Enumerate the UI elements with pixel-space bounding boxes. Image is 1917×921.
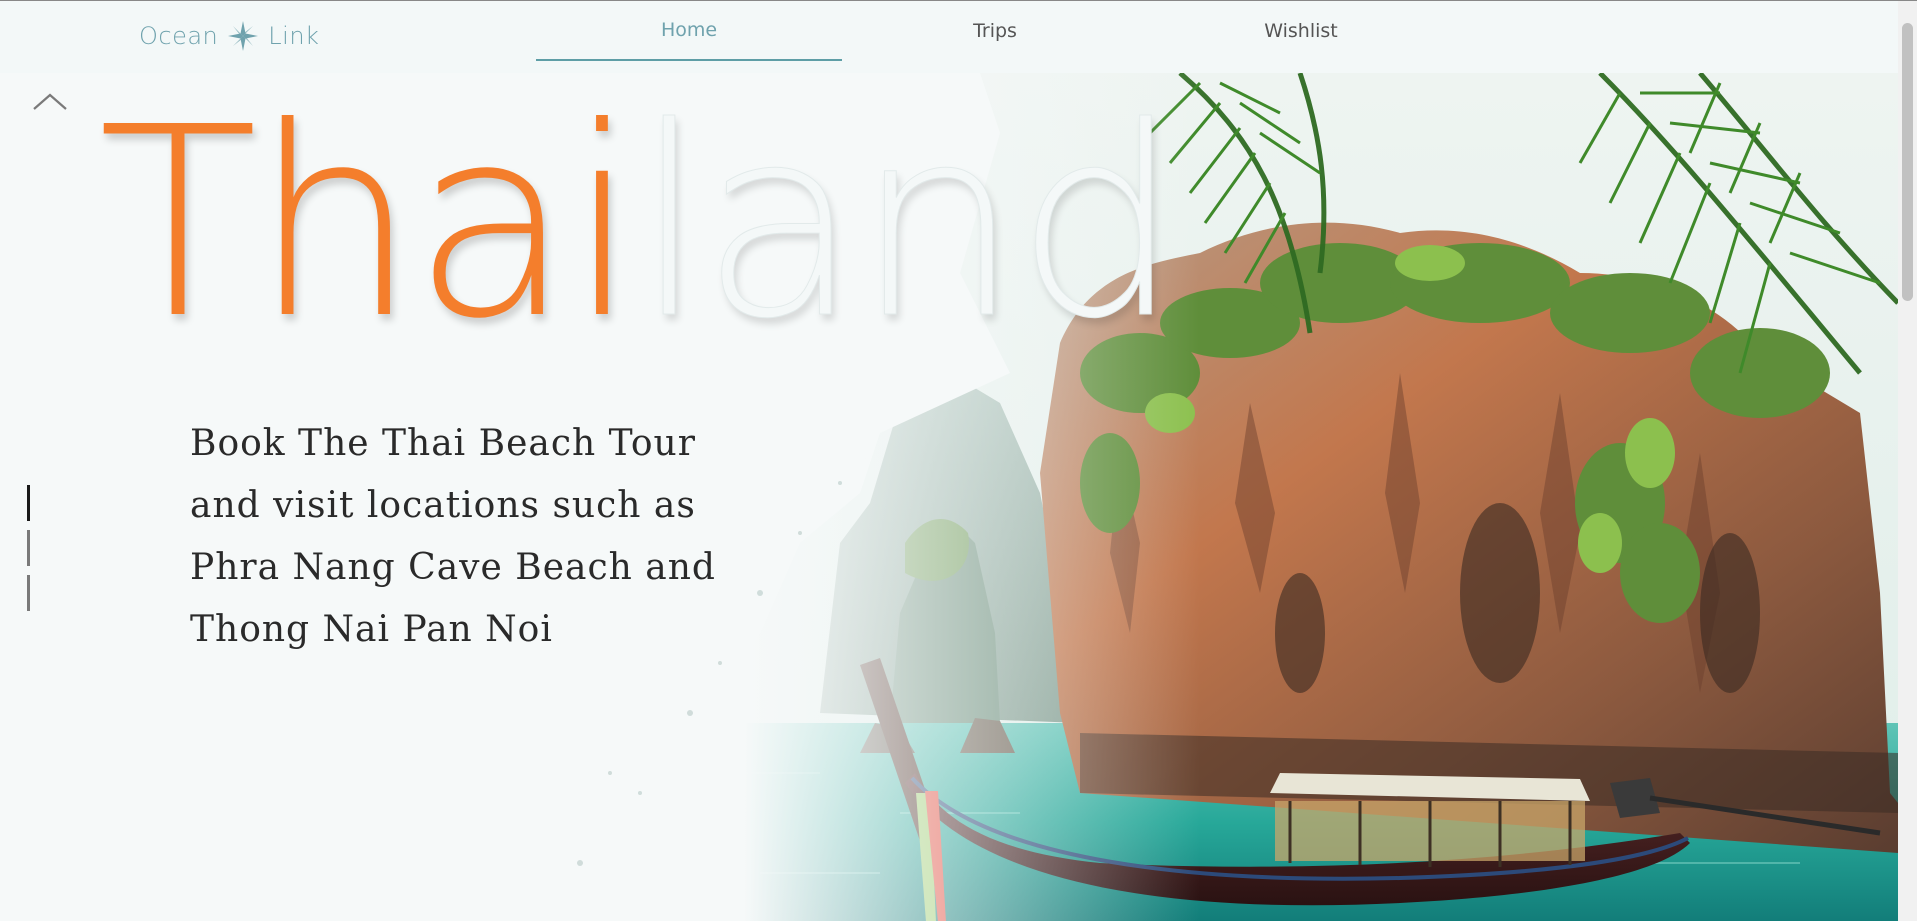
brand-name-left: Ocean — [139, 22, 219, 50]
slide-indicators — [27, 485, 30, 620]
slide-indicator-1[interactable] — [27, 485, 30, 521]
hero-description: Book The Thai Beach Tour and visit locat… — [190, 423, 716, 650]
top-navbar: Ocean Link Home Trips Wishlist — [0, 1, 1898, 73]
nav-link-wishlist[interactable]: Wishlist — [1148, 1, 1454, 61]
chevron-up-icon — [33, 93, 67, 110]
nav-link-home[interactable]: Home — [536, 1, 842, 61]
brand-logo[interactable]: Ocean Link — [139, 21, 319, 51]
page: Ocean Link Home Trips Wishlist Thailand … — [0, 0, 1917, 921]
page-scrollbar[interactable] — [1898, 1, 1917, 921]
scrollbar-thumb[interactable] — [1902, 23, 1913, 301]
nav-link-trips[interactable]: Trips — [842, 1, 1148, 61]
main-nav: Home Trips Wishlist — [536, 1, 1454, 73]
brand-name-right: Link — [268, 22, 320, 50]
hero-title-highlight: Thai — [98, 71, 639, 376]
compass-star-icon — [228, 21, 259, 51]
hero-title: Thailand — [98, 92, 1182, 355]
slide-indicator-3[interactable] — [27, 575, 30, 611]
slide-indicator-2[interactable] — [27, 530, 30, 566]
scroll-up-button[interactable] — [30, 87, 70, 117]
hero-title-rest: land — [633, 71, 1182, 376]
